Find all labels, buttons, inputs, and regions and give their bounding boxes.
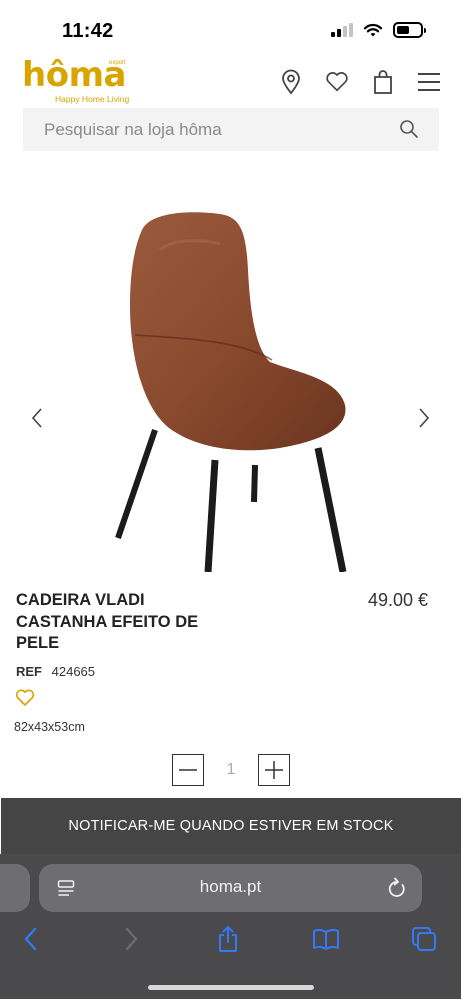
status-bar: 11:42 [0, 0, 461, 54]
bookmarks-button[interactable] [311, 924, 341, 954]
forward-button[interactable] [116, 924, 146, 954]
share-icon [219, 926, 237, 952]
product-image [115, 212, 347, 572]
browser-toolbar [0, 924, 461, 954]
reload-icon[interactable] [387, 877, 407, 899]
back-chevron-icon [24, 927, 37, 951]
share-button[interactable] [213, 924, 243, 954]
tabs-icon [412, 927, 436, 951]
add-to-wishlist-icon[interactable] [15, 689, 35, 707]
product-price: 49.00 € [367, 590, 428, 610]
tabs-button[interactable] [409, 924, 439, 954]
notify-stock-button[interactable]: NOTIFICAR-ME QUANDO ESTIVER EM STOCK [1, 798, 461, 854]
logo-badge: export [109, 60, 126, 66]
homa-logo[interactable]: hôma export Happy Home Living [22, 56, 132, 104]
header-actions [279, 68, 441, 96]
browser-bottom-bar: homa.pt [0, 854, 461, 999]
site-header: hôma export Happy Home Living [0, 56, 461, 108]
product-gallery [0, 180, 461, 572]
url-text: homa.pt [199, 877, 262, 896]
store-locator-icon[interactable] [279, 68, 303, 96]
product-dimensions: 82x43x53cm [14, 720, 85, 734]
shopping-bag-icon[interactable] [371, 68, 395, 96]
product-ref: REF 424665 [16, 664, 95, 679]
previous-tab-peek[interactable] [0, 864, 30, 912]
search-input[interactable] [44, 108, 394, 151]
status-icons [331, 22, 426, 38]
increase-quantity-button[interactable] [258, 754, 290, 786]
wishlist-icon[interactable] [325, 68, 349, 96]
status-time: 11:42 [62, 20, 114, 42]
minus-icon [179, 769, 197, 771]
battery-icon [393, 22, 426, 38]
home-indicator [148, 985, 314, 990]
logo-tagline: Happy Home Living [55, 94, 130, 104]
quantity-stepper: 1 [172, 754, 290, 786]
gallery-next-arrow-icon[interactable] [413, 406, 433, 430]
menu-icon[interactable] [417, 68, 441, 96]
forward-chevron-icon [125, 927, 138, 951]
cellular-signal-icon [331, 23, 353, 37]
product-title: CADEIRA VLADI CASTANHA EFEITO DE PELE [16, 591, 199, 652]
address-bar[interactable]: homa.pt [39, 864, 422, 912]
ref-value: 424665 [51, 664, 96, 679]
wifi-icon [363, 23, 383, 36]
search-icon[interactable] [399, 119, 419, 139]
decrease-quantity-button[interactable] [172, 754, 204, 786]
search-bar [23, 108, 439, 151]
plus-icon [265, 761, 283, 779]
bookmarks-book-icon [313, 928, 339, 950]
back-button[interactable] [16, 924, 46, 954]
gallery-prev-arrow-icon[interactable] [28, 406, 48, 430]
quantity-value[interactable]: 1 [204, 761, 258, 779]
ref-label: REF [16, 664, 42, 679]
